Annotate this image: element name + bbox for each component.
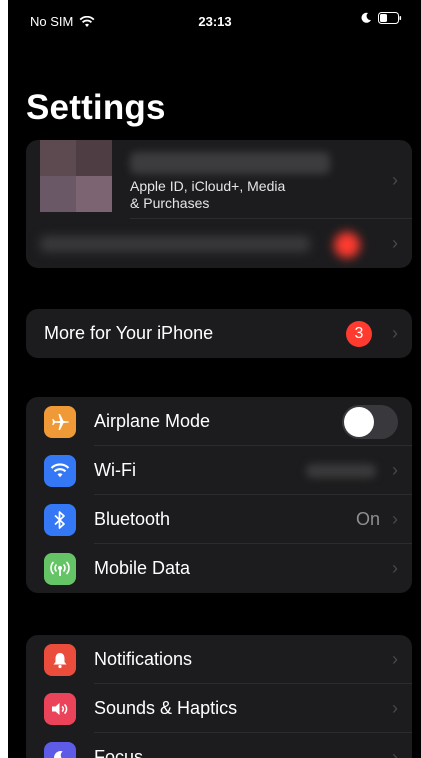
sounds-haptics-row[interactable]: Sounds & Haptics ›: [26, 684, 412, 733]
chevron-right-icon: ›: [392, 558, 398, 578]
airplane-mode-toggle[interactable]: [342, 404, 398, 439]
mobile-data-row[interactable]: Mobile Data ›: [26, 544, 412, 593]
chevron-right-icon: ›: [392, 509, 398, 529]
separator: [130, 218, 412, 219]
connectivity-group: Airplane Mode Wi-Fi › Bluetooth On › Mob…: [26, 397, 412, 593]
airplane-icon: [44, 405, 76, 438]
airplane-mode-label: Airplane Mode: [94, 411, 211, 431]
more-for-iphone-row[interactable]: More for Your iPhone 3 ›: [26, 309, 412, 358]
wifi-row[interactable]: Wi-Fi ›: [26, 446, 412, 495]
blurred-network-name: [306, 463, 376, 478]
notifications-label: Notifications: [94, 649, 193, 669]
blurred-suggestion-text: [40, 236, 310, 252]
antenna-icon: [44, 552, 76, 585]
chevron-right-icon: ›: [392, 698, 398, 718]
wifi-label: Wi-Fi: [94, 460, 136, 480]
bluetooth-status: On: [355, 509, 380, 529]
chevron-right-icon: ›: [392, 323, 398, 343]
chevron-right-icon: ›: [392, 170, 398, 190]
speaker-icon: [44, 692, 76, 725]
badge-count: 3: [346, 320, 372, 347]
bell-icon: [44, 643, 76, 676]
toggle-knob: [344, 406, 374, 437]
status-bar: No SIM 23:13: [8, 0, 421, 44]
page-title: Settings: [26, 88, 166, 127]
focus-label: Focus: [94, 747, 144, 758]
moon-icon: [44, 741, 76, 758]
profile-group: Apple ID, iCloud+, Media & Purchases › ›: [26, 140, 412, 268]
sounds-haptics-label: Sounds & Haptics: [94, 698, 238, 718]
apple-id-subtitle: Apple ID, iCloud+, Media & Purchases: [130, 178, 330, 212]
airplane-mode-row: Airplane Mode: [26, 397, 412, 446]
focus-row[interactable]: Focus ›: [26, 733, 412, 758]
chevron-right-icon: ›: [392, 460, 398, 480]
apple-id-subtitle-line1: Apple ID, iCloud+, Media: [130, 178, 286, 194]
wifi-icon: [44, 454, 76, 487]
apple-id-row[interactable]: Apple ID, iCloud+, Media & Purchases › ›: [26, 140, 412, 268]
chevron-right-icon: ›: [392, 649, 398, 669]
blurred-suggestion-row[interactable]: ›: [26, 220, 412, 268]
chevron-right-icon: ›: [392, 747, 398, 758]
more-group: More for Your iPhone 3 ›: [26, 309, 412, 358]
apple-id-subtitle-line2: & Purchases: [130, 195, 210, 211]
status-right: [360, 12, 402, 24]
bluetooth-row[interactable]: Bluetooth On ›: [26, 495, 412, 544]
general-group: Notifications › Sounds & Haptics › Focus…: [26, 635, 412, 758]
bluetooth-icon: [44, 503, 76, 536]
avatar: [40, 140, 112, 212]
bluetooth-label: Bluetooth: [94, 509, 171, 529]
notification-dot: [334, 232, 360, 258]
mobile-data-label: Mobile Data: [94, 558, 191, 578]
notifications-row[interactable]: Notifications ›: [26, 635, 412, 684]
settings-screen: No SIM 23:13 Settings Apple ID, iCloud+,…: [8, 0, 421, 758]
more-for-iphone-label: More for Your iPhone: [44, 323, 214, 343]
battery-icon: [378, 12, 402, 24]
blurred-account-name: [130, 152, 330, 174]
moon-icon: [361, 12, 371, 23]
chevron-right-icon: ›: [392, 233, 398, 253]
